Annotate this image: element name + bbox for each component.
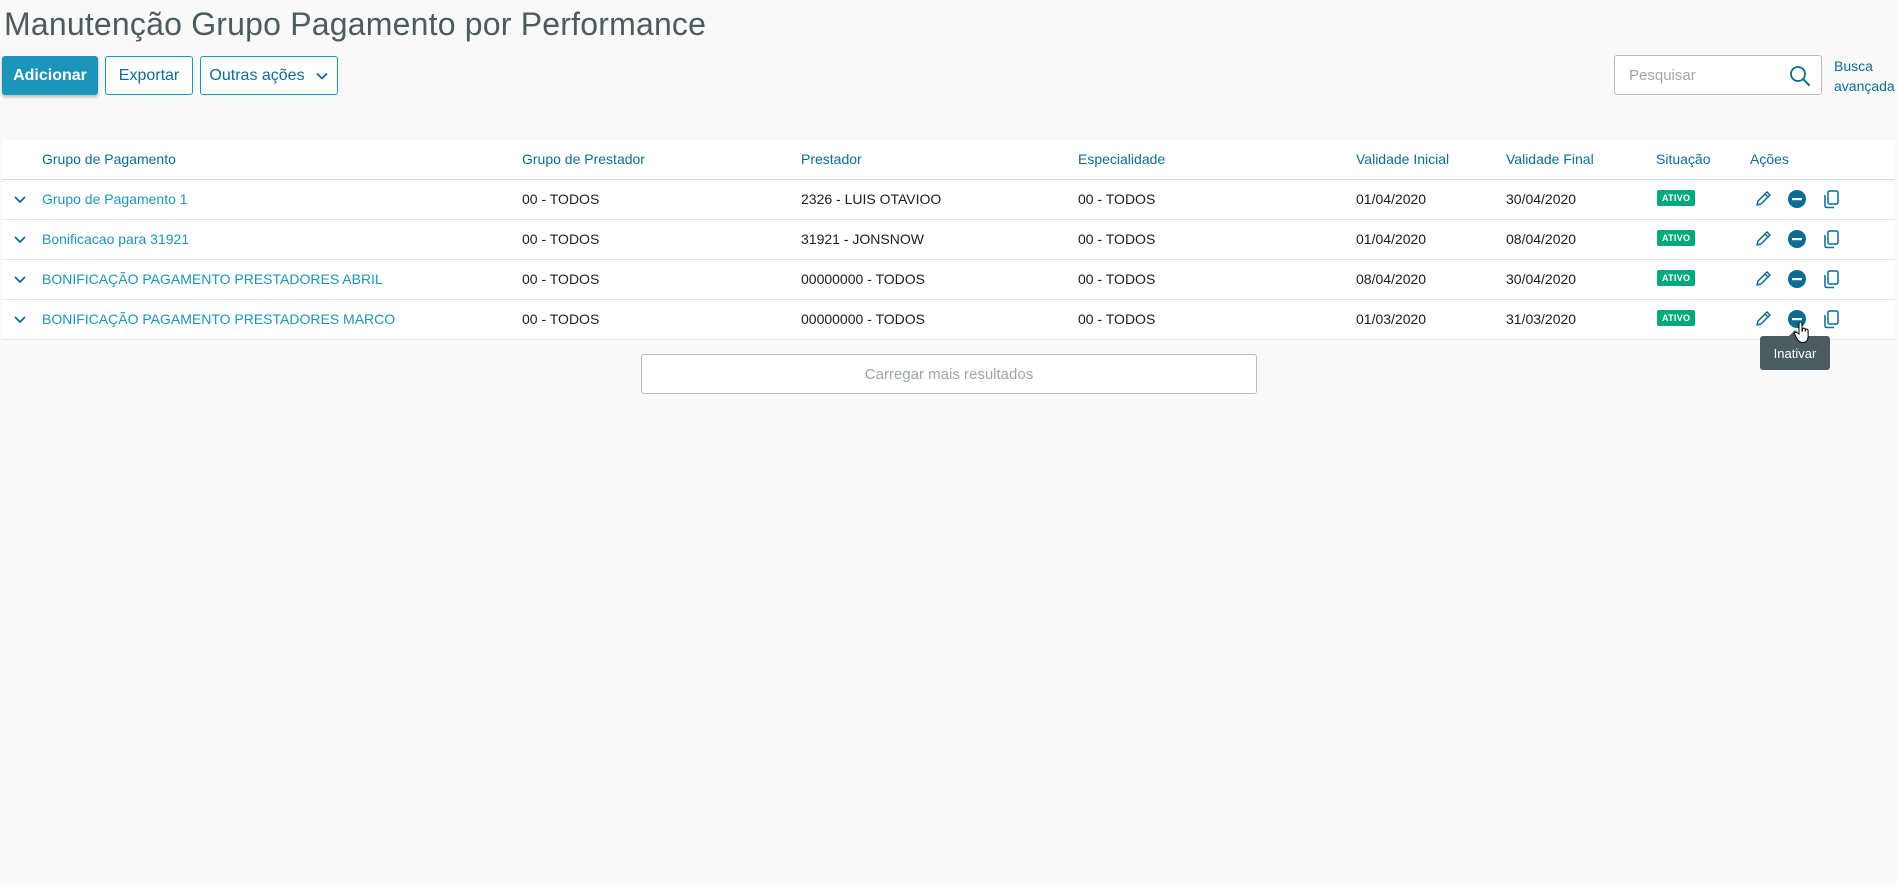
header-prestador[interactable]: Prestador [801,151,862,167]
table-row: Grupo de Pagamento 1 00 - TODOS 2326 - L… [2,180,1895,220]
add-button[interactable]: Adicionar [2,56,98,95]
cell-validade-final: 31/03/2020 [1506,311,1577,327]
cell-prestador: 2326 - LUIS OTAVIOO [801,191,942,207]
cell-grupo-prestador: 00 - TODOS [522,271,600,287]
more-actions-button[interactable]: Outras ações [200,56,338,95]
search-input[interactable] [1615,66,1785,84]
cell-especialidade: 00 - TODOS [1078,271,1156,287]
cell-prestador: 00000000 - TODOS [801,311,926,327]
more-actions-label: Outras ações [209,66,305,84]
cell-validade-inicial: 01/04/2020 [1356,191,1427,207]
load-more-button[interactable]: Carregar mais resultados [641,354,1257,394]
copy-icon[interactable] [1820,308,1842,330]
table-row: BONIFICAÇÃO PAGAMENTO PRESTADORES MARCO … [2,300,1895,340]
header-especialidade[interactable]: Especialidade [1078,151,1165,167]
cell-grupo-pagamento[interactable]: Bonificacao para 31921 [42,231,189,247]
cell-especialidade: 00 - TODOS [1078,231,1156,247]
cell-grupo-pagamento[interactable]: BONIFICAÇÃO PAGAMENTO PRESTADORES MARCO [42,311,395,327]
header-situacao[interactable]: Situação [1656,151,1710,167]
pencil-icon[interactable] [1752,188,1774,210]
page: Manutenção Grupo Pagamento por Performan… [0,0,1897,885]
copy-icon[interactable] [1820,268,1842,290]
chevron-down-icon[interactable] [12,192,28,208]
cell-prestador: 31921 - JONSNOW [801,231,924,247]
pencil-icon[interactable] [1752,268,1774,290]
copy-icon[interactable] [1820,188,1842,210]
chevron-down-icon[interactable] [12,232,28,248]
minus-circle-icon[interactable] [1786,188,1808,210]
cell-grupo-pagamento[interactable]: Grupo de Pagamento 1 [42,191,188,207]
cell-grupo-prestador: 00 - TODOS [522,231,600,247]
cell-especialidade: 00 - TODOS [1078,191,1156,207]
minus-circle-icon[interactable] [1786,268,1808,290]
pencil-icon[interactable] [1752,308,1774,330]
status-badge: ATIVO [1657,310,1696,326]
cell-validade-inicial: 01/03/2020 [1356,311,1427,327]
search-icon[interactable] [1789,65,1811,87]
cell-grupo-prestador: 00 - TODOS [522,191,600,207]
status-badge: ATIVO [1657,270,1696,286]
chevron-down-icon[interactable] [12,312,28,328]
search-box [1614,55,1822,95]
header-validade-final[interactable]: Validade Final [1506,151,1594,167]
cell-especialidade: 00 - TODOS [1078,311,1156,327]
table-row: BONIFICAÇÃO PAGAMENTO PRESTADORES ABRIL … [2,260,1895,300]
hand-cursor-icon [1794,322,1809,344]
cell-grupo-prestador: 00 - TODOS [522,311,600,327]
toolbar: Adicionar Exportar Outras ações [2,56,338,95]
pencil-icon[interactable] [1752,228,1774,250]
cell-validade-final: 30/04/2020 [1506,191,1577,207]
header-grupo-pagamento[interactable]: Grupo de Pagamento [42,151,176,167]
cell-prestador: 00000000 - TODOS [801,271,926,287]
minus-circle-icon[interactable] [1786,228,1808,250]
export-button[interactable]: Exportar [105,56,193,95]
advanced-search-line2: avançada [1834,78,1895,94]
status-badge: ATIVO [1657,190,1696,206]
cell-grupo-pagamento[interactable]: BONIFICAÇÃO PAGAMENTO PRESTADORES ABRIL [42,271,383,287]
cell-validade-final: 08/04/2020 [1506,231,1577,247]
header-grupo-prestador[interactable]: Grupo de Prestador [522,151,645,167]
table-row: Bonificacao para 31921 00 - TODOS 31921 … [2,220,1895,260]
cell-validade-inicial: 08/04/2020 [1356,271,1427,287]
cell-validade-final: 30/04/2020 [1506,271,1577,287]
chevron-down-icon [315,72,328,80]
data-table: Grupo de Pagamento Grupo de Prestador Pr… [2,140,1895,340]
cell-validade-inicial: 01/04/2020 [1356,231,1427,247]
chevron-down-icon[interactable] [12,272,28,288]
page-title: Manutenção Grupo Pagamento por Performan… [4,6,707,42]
header-validade-inicial[interactable]: Validade Inicial [1356,151,1449,167]
table-header: Grupo de Pagamento Grupo de Prestador Pr… [2,140,1895,180]
advanced-search-line1: Busca [1834,58,1873,74]
copy-icon[interactable] [1820,228,1842,250]
advanced-search-link[interactable]: Busca avançada [1834,56,1895,96]
status-badge: ATIVO [1657,230,1696,246]
header-acoes: Ações [1750,151,1789,167]
